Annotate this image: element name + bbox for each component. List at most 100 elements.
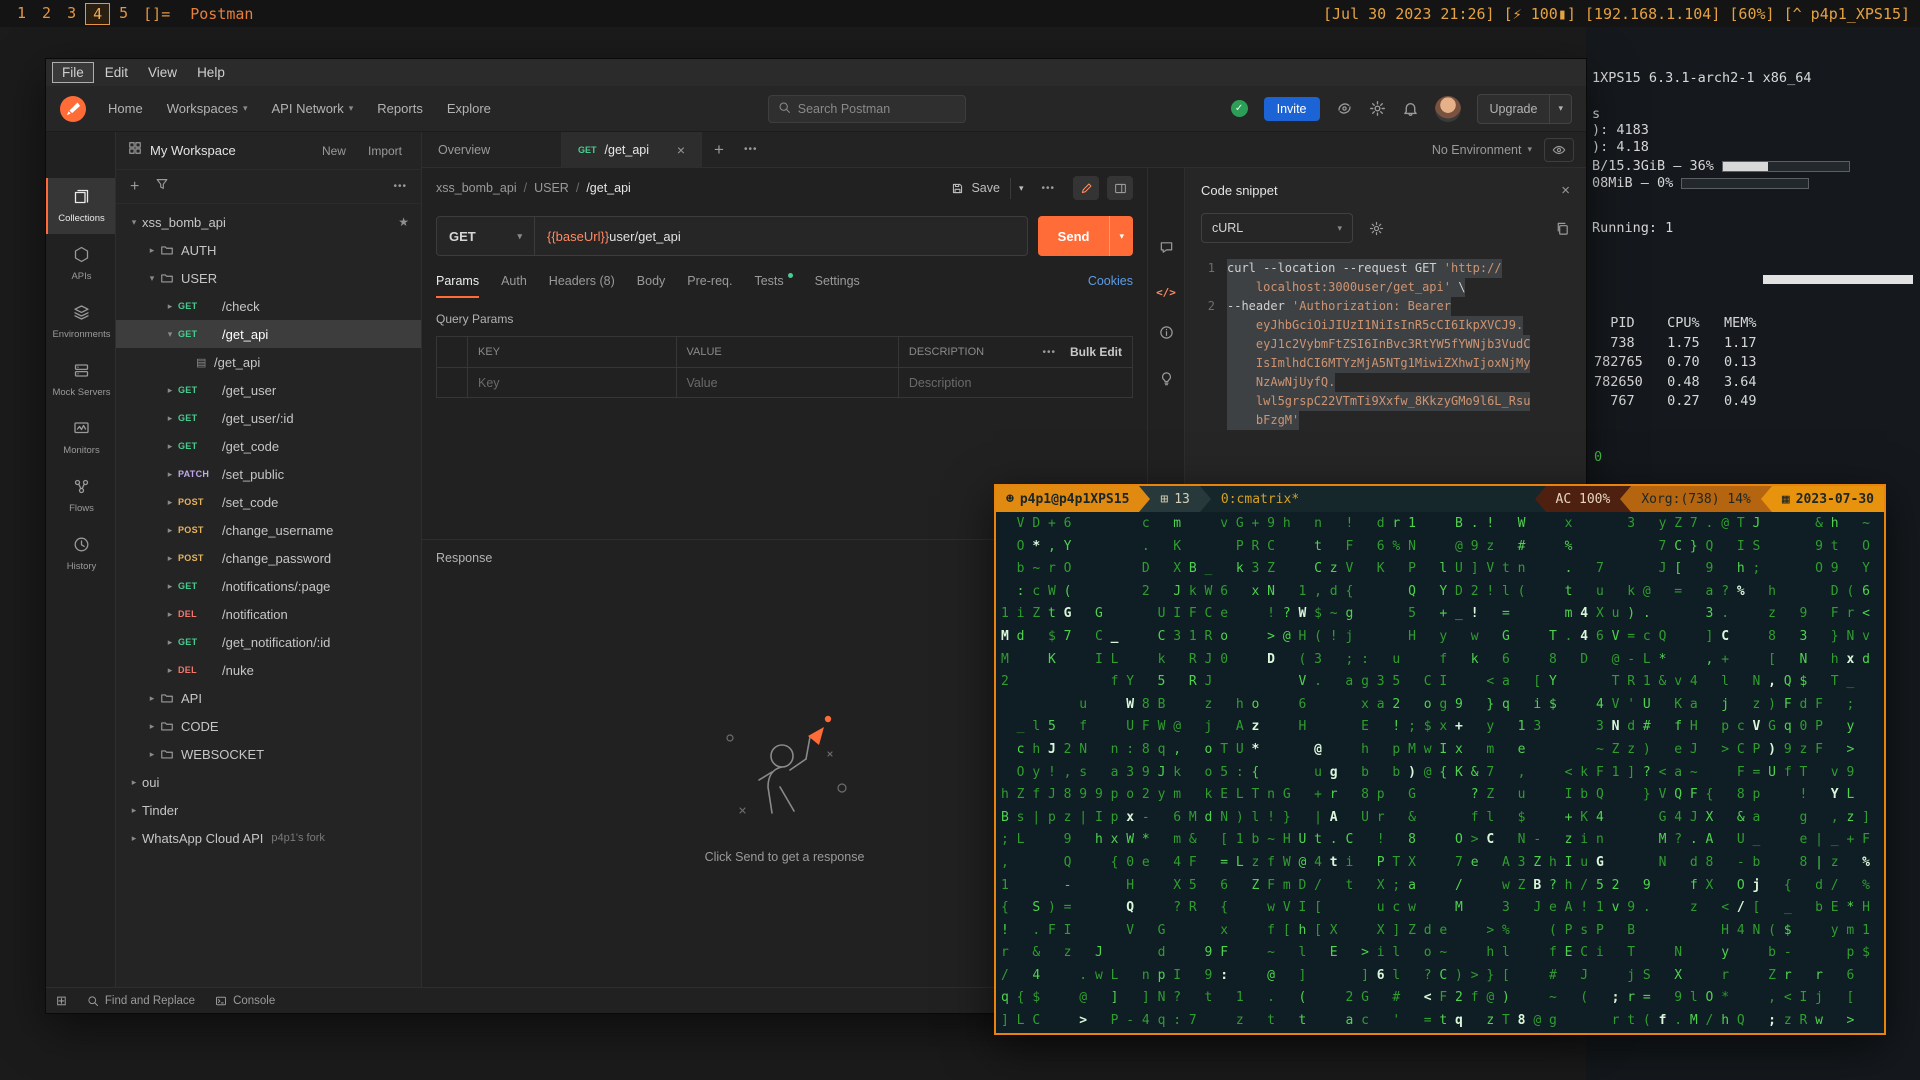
tab-options-icon[interactable]: ••• — [736, 144, 766, 155]
request-tab-auth[interactable]: Auth — [501, 264, 527, 298]
nav-workspaces[interactable]: Workspaces ▾ — [155, 101, 260, 116]
rail-item-history[interactable]: History — [46, 526, 115, 582]
chevron-down-icon[interactable]: ▾ — [1550, 103, 1571, 114]
chevron-icon[interactable]: ▸ — [162, 413, 178, 424]
nav-home[interactable]: Home — [96, 101, 155, 116]
chevron-icon[interactable]: ▾ — [144, 273, 160, 284]
tree-item-notification[interactable]: ▸DEL/notification — [116, 600, 421, 628]
chevron-icon[interactable]: ▸ — [144, 721, 160, 732]
postbot-icon[interactable] — [1336, 100, 1353, 117]
menu-edit[interactable]: Edit — [96, 63, 137, 82]
invite-button[interactable]: Invite — [1264, 97, 1320, 121]
environment-eye-icon[interactable] — [1544, 138, 1574, 162]
new-tab-button[interactable]: + — [702, 140, 736, 160]
terminal-window[interactable]: ☻p4p1@p4p1XPS15⊞130:cmatrix*AC 100%Xorg:… — [994, 484, 1886, 1035]
chevron-icon[interactable]: ▸ — [162, 301, 178, 312]
tree-item-tinder[interactable]: ▸Tinder — [116, 796, 421, 824]
breadcrumb-collection[interactable]: xss_bomb_api — [436, 181, 517, 195]
postman-logo-icon[interactable] — [60, 96, 86, 122]
tree-item-api[interactable]: ▸API — [116, 684, 421, 712]
breadcrumb-folder[interactable]: USER — [534, 181, 569, 195]
filter-icon[interactable] — [155, 177, 169, 196]
tree-item-change-password[interactable]: ▸POST/change_password — [116, 544, 421, 572]
tree-item-whatsapp-cloud-api[interactable]: ▸WhatsApp Cloud APIp4p1's fork — [116, 824, 421, 852]
request-tab-headers-8[interactable]: Headers (8) — [549, 264, 615, 298]
request-tab-settings[interactable]: Settings — [815, 264, 860, 298]
import-button[interactable]: Import — [361, 140, 409, 162]
chevron-icon[interactable]: ▸ — [162, 497, 178, 508]
chevron-icon[interactable]: ▸ — [162, 385, 178, 396]
comment-icon[interactable] — [1159, 240, 1174, 260]
notifications-bell-icon[interactable] — [1402, 100, 1419, 117]
chevron-icon[interactable]: ▸ — [162, 609, 178, 620]
tree-item-get-user-id[interactable]: ▸GET/get_user/:id — [116, 404, 421, 432]
tree-item-user[interactable]: ▾USER — [116, 264, 421, 292]
request-more-icon[interactable]: ••• — [1041, 183, 1055, 194]
chevron-icon[interactable]: ▸ — [162, 553, 178, 564]
language-select[interactable]: cURL ▾ — [1201, 213, 1353, 243]
save-options-button[interactable]: ▾ — [1010, 178, 1032, 199]
request-tab-params[interactable]: Params — [436, 264, 479, 298]
menu-view[interactable]: View — [139, 63, 186, 82]
workspace-tag-2[interactable]: 2 — [35, 3, 58, 25]
layout-symbol[interactable]: []= — [143, 5, 170, 23]
menu-help[interactable]: Help — [188, 63, 234, 82]
nav-explore[interactable]: Explore — [435, 101, 503, 116]
close-icon[interactable]: × — [1561, 182, 1570, 199]
tree-item-auth[interactable]: ▸AUTH — [116, 236, 421, 264]
tree-item-get-api[interactable]: ▾GET/get_api — [116, 320, 421, 348]
tmux-window-label[interactable]: 0:cmatrix* — [1211, 486, 1299, 512]
chevron-icon[interactable]: ▸ — [162, 469, 178, 480]
info-icon[interactable] — [1159, 325, 1174, 345]
chevron-icon[interactable]: ▸ — [126, 777, 142, 788]
request-tab-pre-req[interactable]: Pre-req. — [687, 264, 732, 298]
value-input[interactable]: Value — [676, 368, 898, 397]
url-input[interactable]: {{baseUrl}}user/get_api — [535, 217, 1027, 255]
workspace-title[interactable]: My Workspace — [150, 143, 236, 158]
chevron-icon[interactable]: ▾ — [126, 217, 142, 228]
tree-item-code[interactable]: ▸CODE — [116, 712, 421, 740]
nav-reports[interactable]: Reports — [365, 101, 435, 116]
chevron-icon[interactable]: ▸ — [162, 637, 178, 648]
tree-item-get-api[interactable]: ▤/get_api — [116, 348, 421, 376]
workspace-tag-3[interactable]: 3 — [60, 3, 83, 25]
settings-gear-icon[interactable] — [1369, 100, 1386, 117]
snippet-settings-icon[interactable] — [1369, 221, 1384, 236]
tab-get-api[interactable]: GET/get_api× — [562, 132, 702, 167]
workspace-tag-1[interactable]: 1 — [10, 3, 33, 25]
chevron-icon[interactable]: ▾ — [162, 329, 178, 340]
chevron-icon[interactable]: ▸ — [144, 693, 160, 704]
edit-request-icon[interactable] — [1073, 176, 1099, 200]
tree-item-notifications-page[interactable]: ▸GET/notifications/:page — [116, 572, 421, 600]
tree-item-change-username[interactable]: ▸POST/change_username — [116, 516, 421, 544]
save-button[interactable]: Save — [941, 176, 1010, 200]
lightbulb-icon[interactable] — [1159, 371, 1174, 391]
chevron-icon[interactable]: ▸ — [162, 441, 178, 452]
new-button[interactable]: New — [315, 140, 353, 162]
code-icon[interactable]: </> — [1156, 286, 1176, 299]
tab-close-icon[interactable]: × — [677, 142, 685, 158]
request-tab-body[interactable]: Body — [637, 264, 666, 298]
pane-layout-icon[interactable] — [1107, 176, 1133, 200]
tree-item-get-user[interactable]: ▸GET/get_user — [116, 376, 421, 404]
chevron-icon[interactable]: ▸ — [162, 665, 178, 676]
sidebar-more-icon[interactable]: ••• — [393, 181, 407, 192]
tab-overview[interactable]: Overview — [422, 132, 562, 167]
tree-item-get-notification-id[interactable]: ▸GET/get_notification/:id — [116, 628, 421, 656]
description-input[interactable]: Description — [898, 368, 1132, 397]
key-input[interactable]: Key — [467, 368, 676, 397]
upgrade-button[interactable]: Upgrade ▾ — [1477, 94, 1572, 124]
tree-item-websocket[interactable]: ▸WEBSOCKET — [116, 740, 421, 768]
tree-item-oui[interactable]: ▸oui — [116, 768, 421, 796]
chevron-icon[interactable]: ▸ — [162, 581, 178, 592]
tree-item-nuke[interactable]: ▸DEL/nuke — [116, 656, 421, 684]
search-input[interactable]: Search Postman — [768, 95, 966, 123]
tree-item-set-public[interactable]: ▸PATCH/set_public — [116, 460, 421, 488]
method-select[interactable]: GET ▾ — [437, 217, 535, 255]
rail-item-flows[interactable]: Flows — [46, 468, 115, 524]
chevron-icon[interactable]: ▸ — [162, 525, 178, 536]
environment-selector[interactable]: No Environment ▾ — [1432, 143, 1532, 157]
menu-file[interactable]: File — [52, 62, 94, 83]
request-tab-tests[interactable]: Tests — [754, 264, 792, 298]
add-icon[interactable]: + — [130, 179, 139, 195]
